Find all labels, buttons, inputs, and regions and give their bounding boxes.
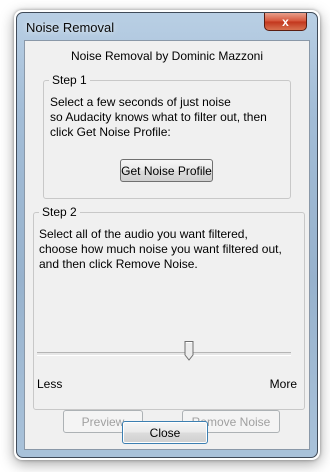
- step2-line-3: and then click Remove Noise.: [39, 257, 198, 271]
- slider-min-label: Less: [37, 377, 63, 391]
- step2-group: Step 2 Select all of the audio you want …: [33, 205, 305, 410]
- step1-legend: Step 1: [49, 73, 90, 87]
- step1-group: Step 1 Select a few seconds of just nois…: [43, 73, 291, 199]
- title-bar[interactable]: Noise Removal x: [17, 13, 317, 40]
- window-close-button[interactable]: x: [264, 13, 307, 31]
- step2-instructions: Select all of the audio you want filtere…: [39, 227, 282, 272]
- step2-line-1: Select all of the audio you want filtere…: [39, 227, 248, 241]
- get-noise-profile-button[interactable]: Get Noise Profile: [120, 159, 213, 182]
- close-button[interactable]: Close: [122, 421, 208, 444]
- noise-removal-window: Noise Removal x Noise Removal by Dominic…: [16, 12, 318, 458]
- step1-instructions: Select a few seconds of just noise so Au…: [50, 95, 267, 140]
- dialog-body: Noise Removal by Dominic Mazzoni Step 1 …: [24, 40, 310, 450]
- window-title: Noise Removal: [26, 20, 115, 35]
- close-icon: x: [282, 14, 289, 29]
- step1-line-1: Select a few seconds of just noise: [50, 95, 231, 109]
- noise-reduction-slider-track[interactable]: [37, 352, 291, 356]
- step2-line-2: choose how much noise you want filtered …: [39, 242, 282, 256]
- noise-reduction-slider-thumb[interactable]: [184, 341, 194, 361]
- author-byline: Noise Removal by Dominic Mazzoni: [70, 49, 264, 63]
- step2-legend: Step 2: [39, 205, 80, 219]
- slider-max-label: More: [269, 377, 297, 391]
- step1-line-2: so Audacity knows what to filter out, th…: [50, 110, 267, 124]
- step1-line-3: click Get Noise Profile:: [50, 125, 171, 139]
